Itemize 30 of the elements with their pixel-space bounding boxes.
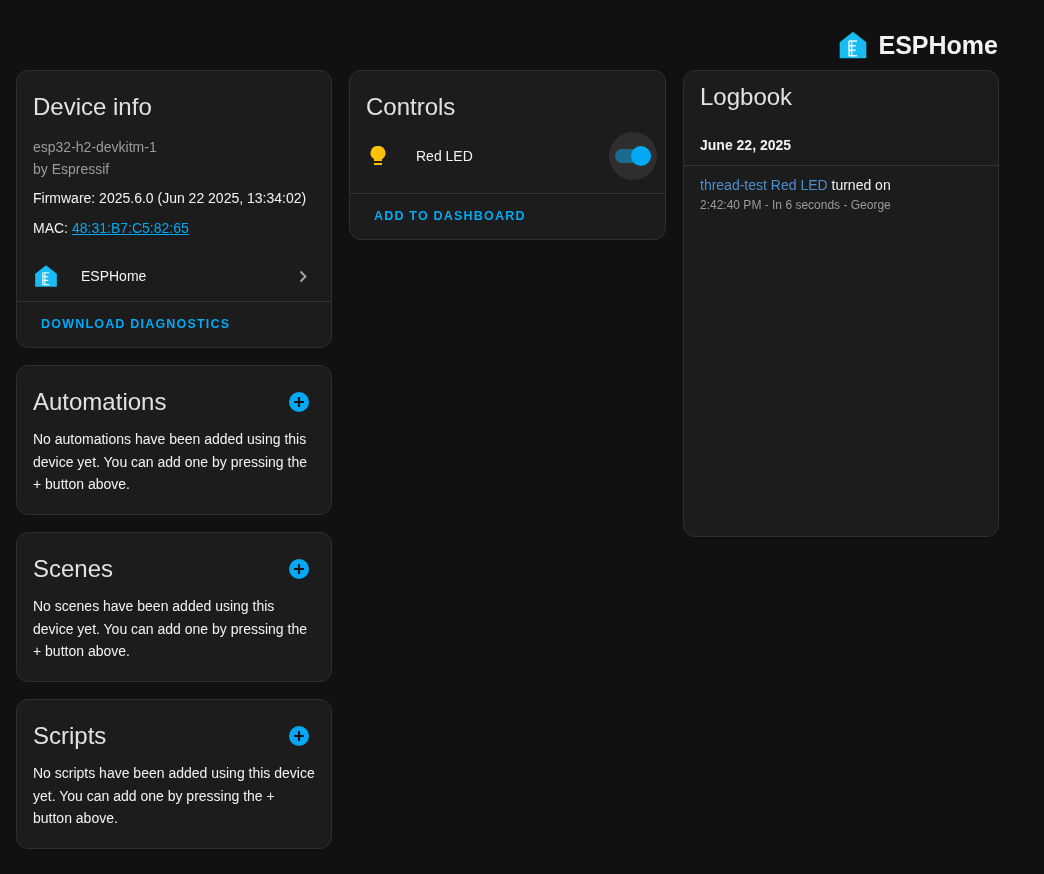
device-manufacturer: by Espressif [33,160,111,179]
card-title: Device info [33,93,152,121]
mac-label: MAC: [33,219,68,238]
lightbulb-icon [370,145,386,167]
empty-message: No automations have been added using this device yet. You can add one by pressing the + button above. [33,430,308,494]
add-icon[interactable] [289,726,309,746]
download-diagnostics-button[interactable]: DOWNLOAD DIAGNOSTICS [25,309,247,339]
card-title: Automations [33,388,167,416]
card-title: Scripts [33,722,107,750]
logbook-entry-details: 2:42:40 PM - In 6 seconds - George [700,198,892,212]
empty-message: No scripts have been added using this device yet. You can add one by pressing the + button above. [33,764,315,828]
mac-address-link[interactable]: 48:31:B7:C5:82:65 [72,218,189,238]
add-to-dashboard-button[interactable]: ADD TO DASHBOARD [358,201,542,231]
integration-icon [33,263,59,289]
logbook-entry-message: thread-test Red LED turned on [700,176,892,195]
add-icon[interactable] [289,559,309,579]
firmware-version: Firmware: 2025.6.0 (Jun 22 2025, 13:34:02) [33,189,308,208]
add-icon[interactable] [289,392,309,412]
empty-message: No scenes have been added using this device yet. You can add one by pressing the + button above. [33,597,308,661]
brand-name: ESPHome [878,30,998,60]
card-title: Controls [366,93,456,121]
chevron-right-icon[interactable] [299,269,307,283]
toggle-switch[interactable] [615,146,651,166]
device-model: esp32-h2-devkitm-1 [33,138,158,157]
integration-name[interactable]: ESPHome [81,268,299,284]
card-title: Logbook [700,83,793,111]
entity-name: Red LED [416,148,474,164]
date-heading: June 22, 2025 [684,111,998,166]
card-title: Scenes [33,555,114,583]
entity-link[interactable]: thread-test Red LED [700,177,828,193]
